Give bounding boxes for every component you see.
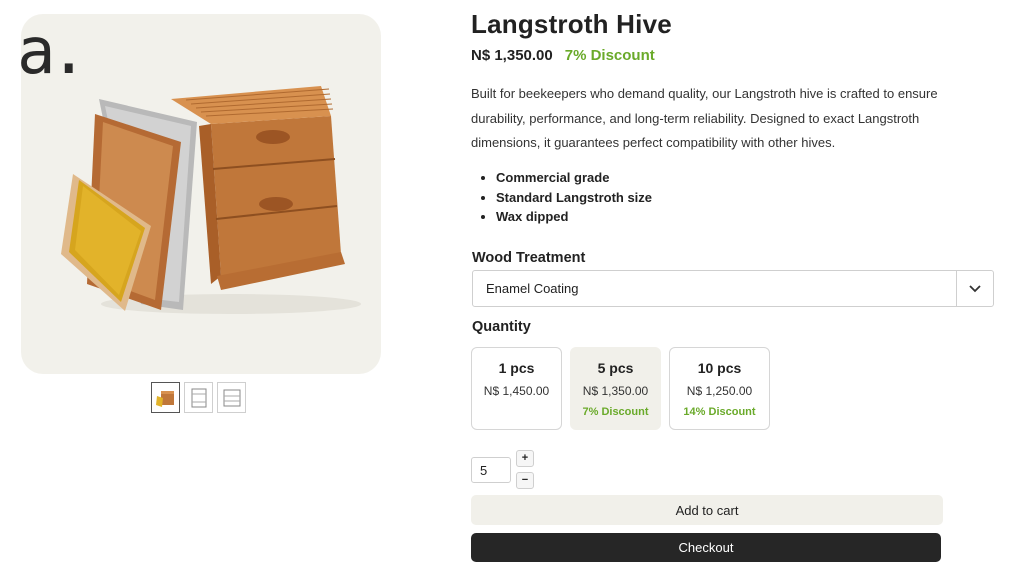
box-outline-thumb-icon bbox=[223, 389, 240, 406]
wood-treatment-label: Wood Treatment bbox=[472, 250, 586, 266]
product-description: Built for beekeepers who demand quality,… bbox=[471, 86, 938, 150]
option-price: N$ 1,450.00 bbox=[483, 384, 550, 398]
decrement-button[interactable]: − bbox=[516, 472, 534, 489]
quantity-options: 1 pcs N$ 1,450.00 5 pcs N$ 1,350.00 7% D… bbox=[471, 347, 770, 430]
option-pcs: 5 pcs bbox=[597, 360, 634, 376]
frame-outline-thumb-icon bbox=[191, 388, 206, 407]
option-discount: 7% Discount bbox=[582, 406, 649, 418]
product-title: Langstroth Hive bbox=[471, 9, 672, 39]
discount-badge: 7% Discount bbox=[564, 47, 655, 64]
option-pcs: 1 pcs bbox=[498, 360, 535, 376]
price-row: N$ 1,350.00 7% Discount bbox=[471, 47, 655, 64]
main-product-image: a. bbox=[21, 14, 381, 374]
brand-logo: a. bbox=[21, 15, 88, 89]
option-discount: 14% Discount bbox=[683, 406, 756, 418]
chevron-down-icon bbox=[969, 284, 981, 292]
option-price: N$ 1,250.00 bbox=[686, 384, 753, 398]
feature-item: Standard Langstroth size bbox=[496, 188, 652, 208]
feature-item: Wax dipped bbox=[496, 207, 652, 227]
add-to-cart-button[interactable]: Add to cart bbox=[471, 495, 943, 525]
increment-button[interactable]: + bbox=[516, 450, 534, 467]
quantity-label: Quantity bbox=[472, 319, 531, 335]
checkout-button[interactable]: Checkout bbox=[471, 533, 941, 562]
quantity-option-1[interactable]: 1 pcs N$ 1,450.00 bbox=[471, 347, 562, 430]
option-pcs: 10 pcs bbox=[697, 360, 742, 376]
option-price: N$ 1,350.00 bbox=[582, 384, 649, 398]
thumbnail-2[interactable] bbox=[184, 382, 213, 413]
thumbnail-3[interactable] bbox=[217, 382, 246, 413]
hive-thumb-icon bbox=[155, 390, 174, 407]
feature-list: Commercial grade Standard Langstroth siz… bbox=[471, 168, 652, 227]
wood-treatment-value: Enamel Coating bbox=[486, 281, 579, 296]
product-price: N$ 1,350.00 bbox=[471, 47, 553, 64]
thumbnail-strip bbox=[151, 382, 246, 413]
quantity-input[interactable] bbox=[471, 457, 511, 483]
quantity-option-5[interactable]: 5 pcs N$ 1,350.00 7% Discount bbox=[570, 347, 661, 430]
feature-item: Commercial grade bbox=[496, 168, 652, 188]
select-toggle[interactable] bbox=[956, 271, 993, 306]
thumbnail-1[interactable] bbox=[151, 382, 180, 413]
quantity-option-10[interactable]: 10 pcs N$ 1,250.00 14% Discount bbox=[669, 347, 770, 430]
wood-treatment-select[interactable]: Enamel Coating bbox=[472, 270, 994, 307]
